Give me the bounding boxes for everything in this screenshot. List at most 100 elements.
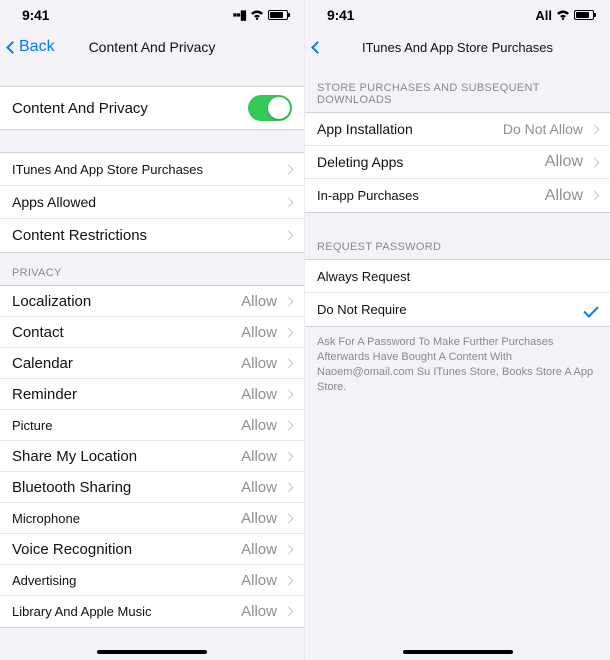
chevron-right-icon <box>590 124 600 134</box>
store-group: App Installation Do Not Allow Deleting App… <box>305 112 610 213</box>
status-bar: 9:41 All <box>305 0 610 30</box>
status-time: 9:41 <box>327 7 354 23</box>
privacy-item-value: Allow <box>241 448 277 465</box>
nav-header: ITunes And App Store Purchases <box>305 30 610 64</box>
chevron-right-icon <box>284 389 294 399</box>
chevron-right-icon <box>284 482 294 492</box>
battery-icon <box>268 10 288 20</box>
request-password-header: Request Password <box>305 213 610 259</box>
nav-header: Back Content And Privacy <box>0 30 304 64</box>
privacy-item[interactable]: Calendar Allow <box>0 348 304 379</box>
store-item[interactable]: In-app Purchases Allow <box>305 179 610 212</box>
nav-group: ITunes And App Store Purchases Apps Allo… <box>0 152 304 253</box>
screen-content-privacy: 9:41 ▪▪▮ Back Content And Privacy Conten… <box>0 0 305 660</box>
privacy-item-label: Library And Apple Music <box>12 604 151 619</box>
store-item-label: In-app Purchases <box>317 188 419 203</box>
privacy-item-value: Allow <box>241 510 277 527</box>
wifi-icon <box>556 8 570 23</box>
store-item-label: Deleting Apps <box>317 154 403 170</box>
request-group: Always Request Do Not Require <box>305 259 610 327</box>
battery-icon <box>574 10 594 20</box>
privacy-item[interactable]: Contact Allow <box>0 317 304 348</box>
store-item-label: App Installation <box>317 121 413 137</box>
chevron-right-icon <box>284 451 294 461</box>
request-option[interactable]: Do Not Require <box>305 293 610 326</box>
chevron-right-icon <box>284 296 294 306</box>
store-item[interactable]: Deleting Apps Allow <box>305 146 610 179</box>
chevron-right-icon <box>590 191 600 201</box>
privacy-item[interactable]: Voice Recognition Allow <box>0 534 304 565</box>
privacy-item-label: Voice Recognition <box>12 541 132 558</box>
privacy-item-label: Contact <box>12 324 64 341</box>
content-privacy-toggle-row[interactable]: Content And Privacy <box>0 87 304 129</box>
privacy-item-value: Allow <box>241 355 277 372</box>
privacy-item[interactable]: Library And Apple Music Allow <box>0 596 304 627</box>
privacy-item-value: Allow <box>241 324 277 341</box>
privacy-item[interactable]: Share My Location Allow <box>0 441 304 472</box>
privacy-item-label: Picture <box>12 418 52 433</box>
privacy-item[interactable]: Localization Allow <box>0 286 304 317</box>
privacy-item-value: Allow <box>241 417 277 434</box>
screen-itunes-purchases: 9:41 All ITunes And App Store Purchases … <box>305 0 610 660</box>
chevron-right-icon <box>284 197 294 207</box>
privacy-item-label: Localization <box>12 293 91 310</box>
privacy-item-value: Allow <box>241 479 277 496</box>
chevron-right-icon <box>590 157 600 167</box>
status-bar: 9:41 ▪▪▮ <box>0 0 304 30</box>
chevron-right-icon <box>284 327 294 337</box>
privacy-item-value: Allow <box>241 572 277 589</box>
home-indicator <box>403 650 513 654</box>
toggle-label: Content And Privacy <box>12 100 148 117</box>
privacy-item-value: Allow <box>241 541 277 558</box>
chevron-right-icon <box>284 420 294 430</box>
content-scroll[interactable]: Content And Privacy ITunes And App Store… <box>0 64 304 660</box>
content-scroll[interactable]: Store Purchases And Subsequent Downloads… <box>305 64 610 660</box>
carrier-label: All <box>535 8 552 23</box>
privacy-item-value: Allow <box>241 293 277 310</box>
request-option-label: Always Request <box>317 269 410 284</box>
store-item-value: Allow <box>545 187 583 205</box>
page-title: Content And Privacy <box>0 39 304 55</box>
request-option-label: Do Not Require <box>317 302 407 317</box>
checkmark-icon <box>583 302 599 318</box>
status-indicators: All <box>535 8 594 23</box>
chevron-right-icon <box>284 544 294 554</box>
privacy-group: Localization Allow Contact Allow Calendar All… <box>0 285 304 628</box>
wifi-icon <box>250 8 264 23</box>
privacy-item[interactable]: Reminder Allow <box>0 379 304 410</box>
privacy-item-label: Advertising <box>12 573 76 588</box>
privacy-item[interactable]: Advertising Allow <box>0 565 304 596</box>
chevron-right-icon <box>284 164 294 174</box>
chevron-right-icon <box>284 607 294 617</box>
cellular-icon: ▪▪▮ <box>233 7 246 23</box>
store-item-value: Do Not Allow <box>503 121 583 137</box>
privacy-item-label: Bluetooth Sharing <box>12 479 131 496</box>
home-indicator <box>97 650 207 654</box>
privacy-item[interactable]: Microphone Allow <box>0 503 304 534</box>
privacy-item-label: Microphone <box>12 511 80 526</box>
privacy-item-value: Allow <box>241 603 277 620</box>
store-item[interactable]: App Installation Do Not Allow <box>305 113 610 146</box>
privacy-item-value: Allow <box>241 386 277 403</box>
request-option[interactable]: Always Request <box>305 260 610 293</box>
privacy-item[interactable]: Bluetooth Sharing Allow <box>0 472 304 503</box>
chevron-right-icon <box>284 575 294 585</box>
privacy-item-label: Reminder <box>12 386 77 403</box>
toggle-switch[interactable] <box>248 95 292 121</box>
status-indicators: ▪▪▮ <box>233 7 288 23</box>
store-item-value: Allow <box>545 153 583 171</box>
request-footer: Ask For A Password To Make Further Purch… <box>305 327 610 400</box>
privacy-section-header: Privacy <box>0 253 304 285</box>
nav-content-restrictions[interactable]: Content Restrictions <box>0 219 304 252</box>
privacy-item[interactable]: Picture Allow <box>0 410 304 441</box>
privacy-item-label: Calendar <box>12 355 73 372</box>
chevron-right-icon <box>284 231 294 241</box>
main-toggle-group: Content And Privacy <box>0 86 304 130</box>
nav-itunes-purchases[interactable]: ITunes And App Store Purchases <box>0 153 304 186</box>
status-time: 9:41 <box>22 7 49 23</box>
nav-apps-allowed[interactable]: Apps Allowed <box>0 186 304 219</box>
privacy-item-label: Share My Location <box>12 448 137 465</box>
chevron-right-icon <box>284 358 294 368</box>
chevron-right-icon <box>284 513 294 523</box>
page-title: ITunes And App Store Purchases <box>305 40 610 55</box>
